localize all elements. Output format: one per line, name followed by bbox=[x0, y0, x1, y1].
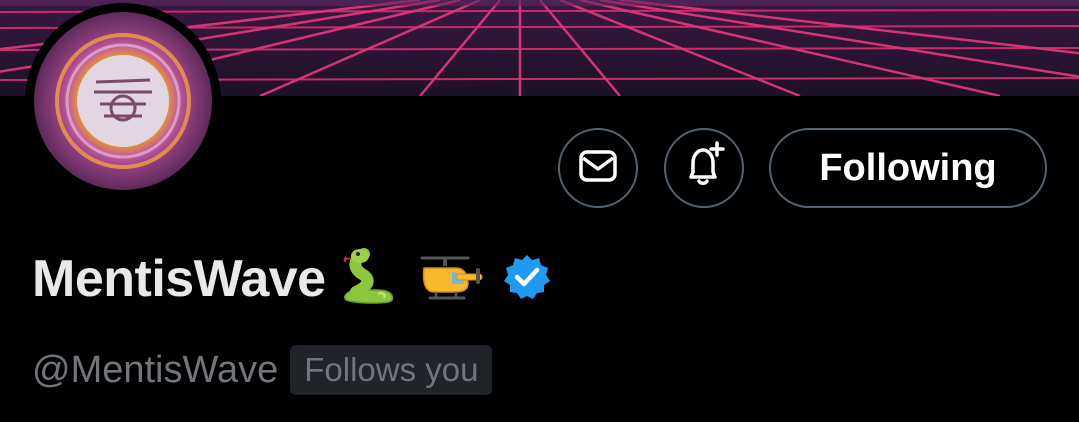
mail-icon bbox=[577, 145, 619, 192]
following-button[interactable]: Following bbox=[769, 128, 1047, 208]
helicopter-emoji-icon bbox=[412, 246, 486, 313]
handle-row: @MentisWave Follows you bbox=[32, 340, 493, 400]
follows-you-badge: Follows you bbox=[290, 345, 493, 395]
avatar-image bbox=[34, 12, 212, 190]
bell-plus-icon bbox=[679, 140, 729, 196]
message-button[interactable] bbox=[558, 128, 638, 208]
name-row: MentisWave bbox=[32, 244, 552, 314]
display-name: MentisWave bbox=[32, 250, 326, 308]
verified-badge-icon[interactable] bbox=[502, 252, 552, 307]
handle: @MentisWave bbox=[32, 348, 279, 391]
snake-emoji-icon bbox=[338, 246, 400, 313]
avatar[interactable] bbox=[25, 3, 221, 199]
notifications-button[interactable] bbox=[664, 128, 744, 208]
